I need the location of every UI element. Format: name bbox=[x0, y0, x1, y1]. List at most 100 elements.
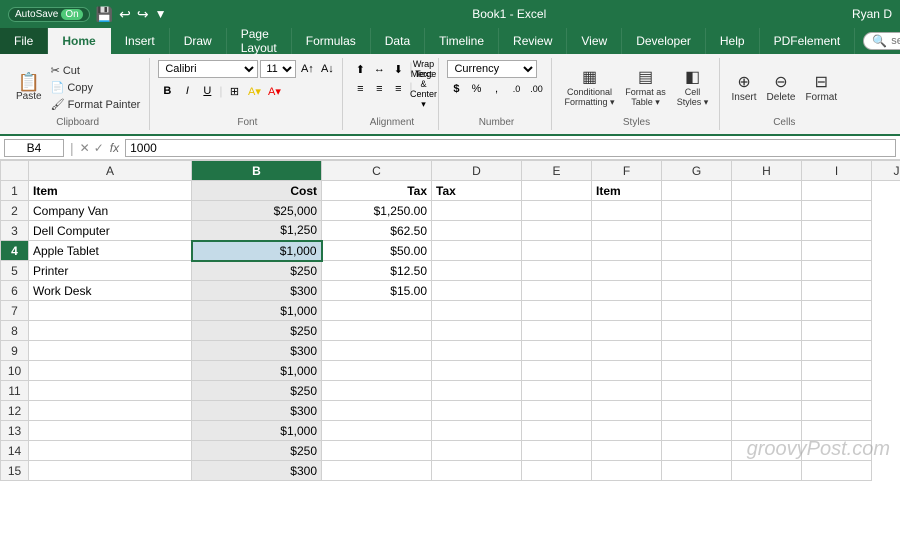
cell-5-G[interactable] bbox=[662, 261, 732, 281]
align-top-button[interactable]: ⬆ bbox=[351, 60, 369, 78]
tab-view[interactable]: View bbox=[567, 28, 622, 54]
cell-10-G[interactable] bbox=[662, 361, 732, 381]
cell-11-F[interactable] bbox=[592, 381, 662, 401]
cell-3-G[interactable] bbox=[662, 221, 732, 241]
cell-13-G[interactable] bbox=[662, 421, 732, 441]
cell-11-I[interactable] bbox=[802, 381, 872, 401]
cell-13-I[interactable] bbox=[802, 421, 872, 441]
tab-file[interactable]: File bbox=[0, 28, 48, 54]
row-header-11[interactable]: 11 bbox=[1, 381, 29, 401]
comma-button[interactable]: , bbox=[487, 80, 505, 98]
cell-14-I[interactable] bbox=[802, 441, 872, 461]
align-right-button[interactable]: ≡ bbox=[389, 80, 407, 98]
cell-5-B[interactable]: $250 bbox=[192, 261, 322, 281]
cell-5-F[interactable] bbox=[592, 261, 662, 281]
cell-6-E[interactable] bbox=[522, 281, 592, 301]
cell-15-F[interactable] bbox=[592, 461, 662, 481]
cell-6-H[interactable] bbox=[732, 281, 802, 301]
fill-color-button[interactable]: A▾ bbox=[245, 82, 263, 100]
cell-9-H[interactable] bbox=[732, 341, 802, 361]
cell-14-F[interactable] bbox=[592, 441, 662, 461]
cell-2-F[interactable] bbox=[592, 201, 662, 221]
cell-4-G[interactable] bbox=[662, 241, 732, 261]
cell-5-A[interactable]: Printer bbox=[29, 261, 192, 281]
cell-15-B[interactable]: $300 bbox=[192, 461, 322, 481]
align-middle-button[interactable]: ↔ bbox=[370, 60, 388, 78]
cell-14-B[interactable]: $250 bbox=[192, 441, 322, 461]
align-center-button[interactable]: ≡ bbox=[370, 80, 388, 98]
row-header-12[interactable]: 12 bbox=[1, 401, 29, 421]
cell-1-F[interactable]: Item bbox=[592, 181, 662, 201]
row-header-8[interactable]: 8 bbox=[1, 321, 29, 341]
cell-15-C[interactable] bbox=[322, 461, 432, 481]
cell-7-A[interactable] bbox=[29, 301, 192, 321]
cell-14-C[interactable] bbox=[322, 441, 432, 461]
cell-3-B[interactable]: $1,250 bbox=[192, 221, 322, 241]
cell-9-C[interactable] bbox=[322, 341, 432, 361]
cell-13-H[interactable] bbox=[732, 421, 802, 441]
increase-decimal-button[interactable]: .0 bbox=[507, 80, 525, 98]
cell-5-E[interactable] bbox=[522, 261, 592, 281]
underline-button[interactable]: U bbox=[198, 82, 216, 100]
cell-3-H[interactable] bbox=[732, 221, 802, 241]
save-icon[interactable]: 💾 bbox=[96, 6, 113, 23]
row-header-9[interactable]: 9 bbox=[1, 341, 29, 361]
cell-4-E[interactable] bbox=[522, 241, 592, 261]
cell-1-C[interactable]: Tax bbox=[322, 181, 432, 201]
cell-13-A[interactable] bbox=[29, 421, 192, 441]
cell-14-H[interactable] bbox=[732, 441, 802, 461]
cell-12-C[interactable] bbox=[322, 401, 432, 421]
col-header-a[interactable]: A bbox=[29, 161, 192, 181]
cell-14-A[interactable] bbox=[29, 441, 192, 461]
cell-2-I[interactable] bbox=[802, 201, 872, 221]
cell-3-A[interactable]: Dell Computer bbox=[29, 221, 192, 241]
cell-14-E[interactable] bbox=[522, 441, 592, 461]
cell-6-I[interactable] bbox=[802, 281, 872, 301]
tab-draw[interactable]: Draw bbox=[170, 28, 227, 54]
cell-3-E[interactable] bbox=[522, 221, 592, 241]
font-name-select[interactable]: Calibri bbox=[158, 60, 258, 78]
row-header-2[interactable]: 2 bbox=[1, 201, 29, 221]
tab-data[interactable]: Data bbox=[371, 28, 425, 54]
cell-9-I[interactable] bbox=[802, 341, 872, 361]
cell-13-E[interactable] bbox=[522, 421, 592, 441]
cell-9-G[interactable] bbox=[662, 341, 732, 361]
paste-button[interactable]: 📋 Paste bbox=[12, 71, 46, 104]
align-bottom-button[interactable]: ⬇ bbox=[389, 60, 407, 78]
col-header-e[interactable]: E bbox=[522, 161, 592, 181]
cell-11-E[interactable] bbox=[522, 381, 592, 401]
cell-4-I[interactable] bbox=[802, 241, 872, 261]
cell-2-D[interactable] bbox=[432, 201, 522, 221]
cell-8-D[interactable] bbox=[432, 321, 522, 341]
tab-page-layout[interactable]: Page Layout bbox=[227, 28, 292, 54]
cell-11-H[interactable] bbox=[732, 381, 802, 401]
conditional-formatting-button[interactable]: ▦ ConditionalFormatting ▾ bbox=[560, 65, 618, 110]
cell-13-C[interactable] bbox=[322, 421, 432, 441]
cell-9-B[interactable]: $300 bbox=[192, 341, 322, 361]
cell-10-C[interactable] bbox=[322, 361, 432, 381]
cell-1-B[interactable]: Cost bbox=[192, 181, 322, 201]
decrease-decimal-button[interactable]: .00 bbox=[527, 80, 545, 98]
increase-font-btn[interactable]: A↑ bbox=[298, 60, 316, 78]
cell-3-C[interactable]: $62.50 bbox=[322, 221, 432, 241]
cell-9-D[interactable] bbox=[432, 341, 522, 361]
autosave-toggle[interactable]: AutoSave On bbox=[8, 7, 90, 22]
cell-3-I[interactable] bbox=[802, 221, 872, 241]
search-box[interactable]: 🔍 bbox=[863, 32, 900, 50]
row-header-5[interactable]: 5 bbox=[1, 261, 29, 281]
cell-13-F[interactable] bbox=[592, 421, 662, 441]
cell-12-D[interactable] bbox=[432, 401, 522, 421]
cell-11-C[interactable] bbox=[322, 381, 432, 401]
cell-11-A[interactable] bbox=[29, 381, 192, 401]
cell-6-F[interactable] bbox=[592, 281, 662, 301]
number-format-select[interactable]: Currency General Number Percentage bbox=[447, 60, 537, 78]
cell-4-D[interactable] bbox=[432, 241, 522, 261]
cell-13-D[interactable] bbox=[432, 421, 522, 441]
cell-3-F[interactable] bbox=[592, 221, 662, 241]
cell-5-I[interactable] bbox=[802, 261, 872, 281]
check-icon[interactable]: ✕ bbox=[80, 141, 90, 155]
row-header-7[interactable]: 7 bbox=[1, 301, 29, 321]
cell-15-G[interactable] bbox=[662, 461, 732, 481]
cell-11-D[interactable] bbox=[432, 381, 522, 401]
cell-6-C[interactable]: $15.00 bbox=[322, 281, 432, 301]
